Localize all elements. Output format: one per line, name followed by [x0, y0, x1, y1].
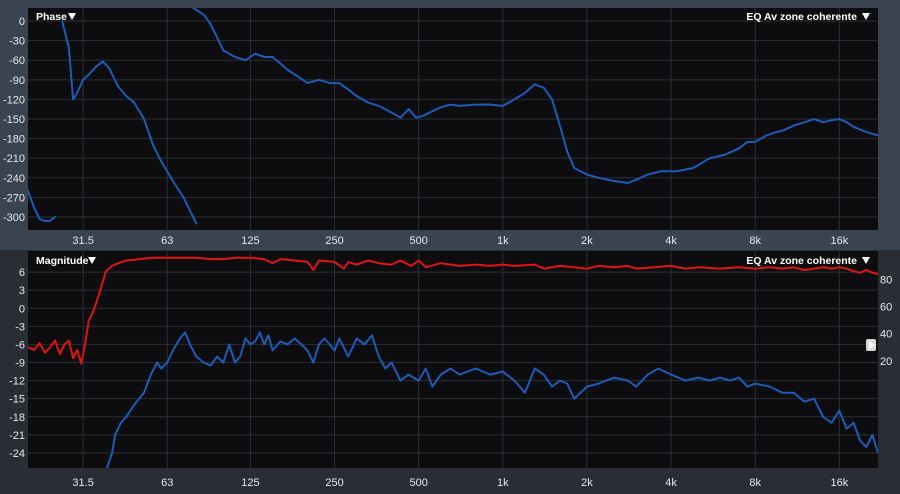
phase-x-tick-label: 8k — [749, 235, 761, 247]
analyzer-window: 0 -30 -60 -90 -120 -150 -180 -210 -240 -270 -300 3… — [0, 0, 900, 494]
magnitude-x-tick-label: 2k — [581, 477, 593, 489]
phase-y-axis: 0 -30 -60 -90 -120 -150 -180 -210 -240 -270 -300 — [3, 16, 25, 224]
magnitude-trace-menu[interactable]: EQ Av zone coherente — [746, 255, 870, 267]
phase-x-tick-label: 4k — [665, 235, 677, 247]
magnitude-x-tick-label: 500 — [410, 477, 428, 489]
phase-x-tick-label: 63 — [161, 235, 173, 247]
phase-x-tick-label: 31.5 — [72, 235, 93, 247]
magnitude-y-tick-label: -24 — [9, 448, 25, 460]
magnitude-y2-tick-label: 40 — [880, 329, 892, 341]
magnitude-panel: 630-3-6-9-12-15-18-21-24 80604020 31.5 63… — [0, 250, 900, 494]
magnitude-y2-tick-label: 60 — [880, 302, 892, 314]
magnitude-trace-label: EQ Av zone coherente — [746, 255, 857, 267]
magnitude-y2-tick-label: 20 — [880, 356, 892, 368]
magnitude-x-tick-label: 16k — [830, 477, 848, 489]
phase-x-tick-label: 2k — [581, 235, 593, 247]
magnitude-y-tick-label: -9 — [15, 358, 25, 370]
magnitude-y-tick-label: -12 — [9, 376, 25, 388]
magnitude-y-tick-label: -6 — [15, 339, 25, 351]
magnitude-y-tick-label: 0 — [19, 303, 25, 315]
magnitude-y-tick-label: -18 — [9, 412, 25, 424]
chart-canvas: 0-30-60-90-120-150-180-210-240-270-300 3… — [0, 8, 900, 494]
magnitude-panel-menu[interactable]: Magnitude — [36, 255, 96, 267]
magnitude-y-tick-label: 6 — [19, 267, 25, 279]
phase-x-tick-label: 1k — [497, 235, 509, 247]
phase-panel: 0 -30 -60 -90 -120 -150 -180 -210 -240 -270 -300 3… — [3, 8, 878, 247]
magnitude-y2-tick-label: 80 — [880, 274, 892, 286]
magnitude-y-tick-label: 3 — [19, 285, 25, 297]
magnitude-x-tick-label: 125 — [241, 477, 259, 489]
phase-trace-menu[interactable]: EQ Av zone coherente — [746, 11, 870, 23]
phase-y-tick-label: -300 — [3, 212, 25, 224]
magnitude-y-tick-label: -21 — [9, 430, 25, 442]
magnitude-x-tick-label: 1k — [497, 477, 509, 489]
phase-x-tick-label: 16k — [830, 235, 848, 247]
phase-x-axis: 31.5 63 125 250 500 1k 2k 4k 8k 16k — [72, 235, 848, 247]
phase-y-tick-label: -30 — [9, 36, 25, 48]
phase-y-tick-label: -90 — [9, 75, 25, 87]
magnitude-x-tick-label: 63 — [161, 477, 173, 489]
phase-y-tick-label: -270 — [3, 192, 25, 204]
magnitude-x-tick-label: 250 — [325, 477, 343, 489]
magnitude-x-tick-label: 4k — [665, 477, 677, 489]
magnitude-y-tick-label: -15 — [9, 394, 25, 406]
phase-y-tick-label: -240 — [3, 173, 25, 185]
offset-handle[interactable] — [866, 339, 876, 351]
phase-y-tick-label: -210 — [3, 153, 25, 165]
phase-x-tick-label: 250 — [325, 235, 343, 247]
phase-y-tick-label: -120 — [3, 94, 25, 106]
phase-trace-label: EQ Av zone coherente — [746, 11, 857, 23]
phase-y-tick-label: 0 — [19, 16, 25, 28]
magnitude-plot-area — [28, 251, 878, 468]
phase-x-tick-label: 125 — [241, 235, 259, 247]
magnitude-x-tick-label: 31.5 — [72, 477, 93, 489]
magnitude-title: Magnitude — [36, 255, 89, 267]
phase-title: Phase — [36, 11, 67, 23]
magnitude-y-tick-label: -3 — [15, 321, 25, 333]
magnitude-x-tick-label: 8k — [749, 477, 761, 489]
phase-y-tick-label: -150 — [3, 114, 25, 126]
phase-y-tick-label: -60 — [9, 55, 25, 67]
phase-x-tick-label: 500 — [410, 235, 428, 247]
phase-y-tick-label: -180 — [3, 134, 25, 146]
